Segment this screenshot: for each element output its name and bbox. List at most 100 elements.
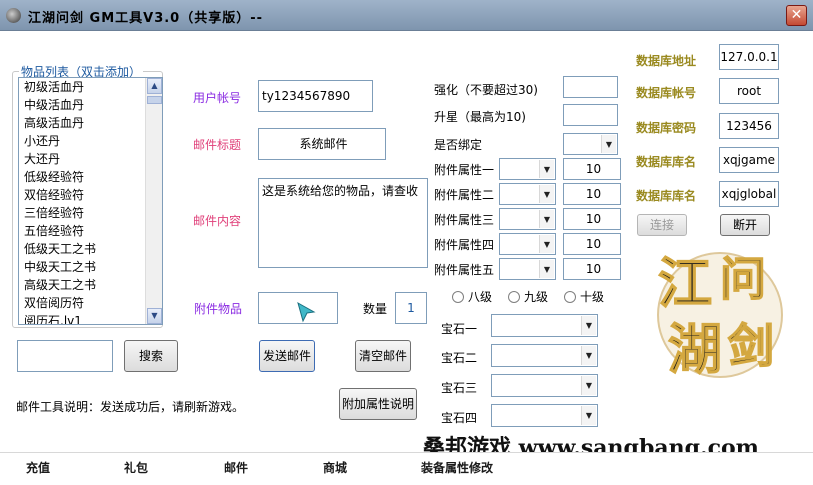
- list-item[interactable]: 阅历石.lv1: [19, 312, 145, 324]
- subject-label: 邮件标题: [193, 138, 242, 152]
- strengthen-label: 强化（不要超过30): [434, 83, 538, 97]
- gem-label-3: 宝石三: [441, 381, 478, 395]
- attr-value-1[interactable]: 10: [563, 158, 621, 180]
- list-scrollbar[interactable]: ▲ ▼: [145, 78, 162, 324]
- title-bar: 江湖问剑 GM工具V3.0（共享版）-- ✕: [0, 0, 813, 31]
- attr-select-5[interactable]: ▼: [499, 258, 556, 280]
- list-item[interactable]: 中级天工之书: [19, 258, 145, 276]
- chevron-down-icon: ▼: [581, 346, 596, 365]
- radio-icon: [452, 291, 464, 303]
- db-account-field[interactable]: root: [719, 78, 779, 104]
- grade-radio-10[interactable]: 十级: [564, 288, 604, 305]
- tab-gift[interactable]: 礼包: [124, 459, 148, 476]
- attr-value-2[interactable]: 10: [563, 183, 621, 205]
- chevron-down-icon: ▼: [539, 235, 554, 253]
- attr-label-2: 附件属性二: [434, 188, 495, 202]
- radio-icon: [564, 291, 576, 303]
- chevron-down-icon: ▼: [581, 376, 596, 395]
- content-label: 邮件内容: [193, 214, 242, 228]
- tab-recharge[interactable]: 充值: [26, 459, 50, 476]
- content-textarea[interactable]: 这是系统给您的物品，请查收: [258, 178, 428, 268]
- scroll-down-icon[interactable]: ▼: [147, 308, 162, 324]
- attr-value-4[interactable]: 10: [563, 233, 621, 255]
- gem-label-1: 宝石一: [441, 322, 478, 336]
- connect-button[interactable]: 连接: [637, 214, 687, 236]
- tab-bar: 充值 礼包 邮件 商城 装备属性修改: [0, 452, 813, 485]
- logo-char-jiang: 江: [658, 251, 712, 315]
- db-password-field[interactable]: 123456: [719, 113, 779, 139]
- attachment-label: 附件物品: [194, 302, 243, 316]
- list-item[interactable]: 双倍经验符: [19, 186, 145, 204]
- extra-attr-help-button[interactable]: 附加属性说明: [339, 388, 417, 420]
- tab-equip-edit[interactable]: 装备属性修改: [421, 459, 493, 476]
- attr-label-5: 附件属性五: [434, 263, 495, 277]
- scroll-thumb[interactable]: [147, 96, 162, 104]
- gem-select-4[interactable]: ▼: [491, 404, 598, 427]
- attr-label-3: 附件属性三: [434, 213, 495, 227]
- attr-select-2[interactable]: ▼: [499, 183, 556, 205]
- search-input[interactable]: [17, 340, 113, 372]
- account-field[interactable]: ty1234567890: [258, 80, 373, 112]
- item-listbox[interactable]: 初级活血丹 中级活血丹 高级活血丹 小还丹 大还丹 低级经验符 双倍经验符 三倍…: [18, 77, 163, 325]
- tab-shop[interactable]: 商城: [323, 459, 347, 476]
- gem-label-4: 宝石四: [441, 411, 478, 425]
- radio-icon: [508, 291, 520, 303]
- bind-label: 是否绑定: [434, 138, 483, 152]
- gem-select-2[interactable]: ▼: [491, 344, 598, 367]
- chevron-down-icon: ▼: [539, 260, 554, 278]
- chevron-down-icon: ▼: [601, 135, 616, 153]
- gem-label-2: 宝石二: [441, 351, 478, 365]
- logo-char-hu: 湖: [668, 317, 722, 381]
- clear-mail-button[interactable]: 清空邮件: [355, 340, 411, 372]
- db-name2-field[interactable]: xqjglobal: [719, 181, 779, 207]
- attr-value-5[interactable]: 10: [563, 258, 621, 280]
- list-item[interactable]: 小还丹: [19, 132, 145, 150]
- app-icon: [6, 8, 21, 23]
- disconnect-button[interactable]: 断开: [720, 214, 770, 236]
- list-item[interactable]: 低级天工之书: [19, 240, 145, 258]
- attr-select-3[interactable]: ▼: [499, 208, 556, 230]
- db-address-field[interactable]: 127.0.0.1: [719, 44, 779, 70]
- grade-radio-9[interactable]: 九级: [508, 288, 548, 305]
- list-item[interactable]: 初级活血丹: [19, 78, 145, 96]
- logo-char-jian: 剑: [728, 319, 774, 373]
- bind-select[interactable]: ▼: [563, 133, 618, 155]
- close-button[interactable]: ✕: [786, 5, 807, 26]
- db-password-label: 数据库密码: [636, 121, 697, 135]
- list-item[interactable]: 高级活血丹: [19, 114, 145, 132]
- send-mail-button[interactable]: 发送邮件: [259, 340, 315, 372]
- grade-radio-8[interactable]: 八级: [452, 288, 492, 305]
- game-logo: 江 问 湖 剑: [657, 250, 783, 382]
- list-item[interactable]: 中级活血丹: [19, 96, 145, 114]
- star-label: 升星（最高为10): [434, 110, 526, 124]
- quantity-label: 数量: [363, 302, 388, 316]
- cursor-icon: [297, 301, 316, 323]
- tab-mail[interactable]: 邮件: [224, 459, 248, 476]
- subject-field[interactable]: 系统邮件: [258, 128, 386, 160]
- db-name-field[interactable]: xqjgame: [719, 147, 779, 173]
- list-item[interactable]: 五倍经验符: [19, 222, 145, 240]
- attr-value-3[interactable]: 10: [563, 208, 621, 230]
- quantity-field[interactable]: 1: [395, 292, 427, 324]
- search-button[interactable]: 搜索: [124, 340, 178, 372]
- window-title: 江湖问剑 GM工具V3.0（共享版）--: [28, 11, 264, 26]
- attr-label-4: 附件属性四: [434, 238, 495, 252]
- list-item[interactable]: 三倍经验符: [19, 204, 145, 222]
- db-address-label: 数据库地址: [636, 54, 697, 68]
- star-field[interactable]: [563, 104, 618, 126]
- list-item[interactable]: 高级天工之书: [19, 276, 145, 294]
- gem-select-1[interactable]: ▼: [491, 314, 598, 337]
- list-item[interactable]: 低级经验符: [19, 168, 145, 186]
- attr-label-1: 附件属性一: [434, 163, 495, 177]
- chevron-down-icon: ▼: [581, 406, 596, 425]
- db-name2-label: 数据库库名: [636, 189, 697, 203]
- list-item[interactable]: 双倍阅历符: [19, 294, 145, 312]
- attr-select-1[interactable]: ▼: [499, 158, 556, 180]
- account-label: 用户帐号: [193, 91, 242, 105]
- list-item[interactable]: 大还丹: [19, 150, 145, 168]
- attr-select-4[interactable]: ▼: [499, 233, 556, 255]
- strengthen-field[interactable]: [563, 76, 618, 98]
- chevron-down-icon: ▼: [539, 185, 554, 203]
- scroll-up-icon[interactable]: ▲: [147, 78, 162, 94]
- gem-select-3[interactable]: ▼: [491, 374, 598, 397]
